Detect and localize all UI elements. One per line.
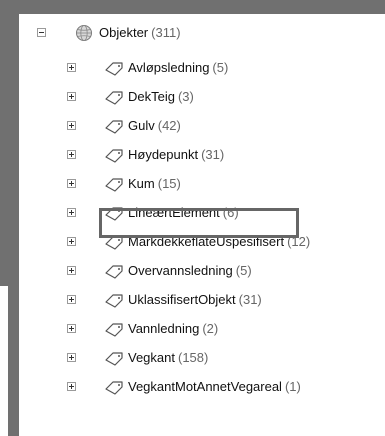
tree-item[interactable]: Høydepunkt (31): [19, 141, 385, 169]
globe-icon: [76, 25, 92, 41]
tree-item-count: (1): [284, 379, 301, 394]
expand-icon[interactable]: [67, 63, 76, 72]
expand-icon[interactable]: [67, 208, 76, 217]
expand-icon[interactable]: [67, 179, 76, 188]
expand-icon[interactable]: [67, 295, 76, 304]
tree-item[interactable]: Avløpsledning (5): [19, 54, 385, 82]
expand-icon[interactable]: [67, 237, 76, 246]
tag-icon: [105, 62, 123, 76]
tree-item-name: VegkantMotAnnetVegareal: [128, 379, 282, 394]
tree-item[interactable]: Vegkant (158): [19, 344, 385, 372]
tree-item-name: DekTeig: [128, 89, 175, 104]
tree-item[interactable]: Overvannsledning (5): [19, 257, 385, 285]
expand-icon[interactable]: [67, 324, 76, 333]
tree-item-label: Kum (15): [128, 176, 181, 191]
tree-item-name: Vegkant: [128, 350, 175, 365]
tree-item-label: Vegkant (158): [128, 350, 208, 365]
tree-item-count: (15): [157, 176, 181, 191]
tree-item-count: (31): [238, 292, 262, 307]
tag-icon: [105, 352, 123, 366]
expand-icon[interactable]: [67, 382, 76, 391]
tag-icon: [105, 265, 123, 279]
tag-icon: [105, 120, 123, 134]
tree-item-name: Høydepunkt: [128, 147, 199, 162]
tree-item-name: Kum: [128, 176, 155, 191]
tree-item-name: Overvannsledning: [128, 263, 233, 278]
tree-item[interactable]: Vannledning (2): [19, 315, 385, 343]
expand-icon[interactable]: [67, 150, 76, 159]
tree-item[interactable]: UklassifisertObjekt (31): [19, 286, 385, 314]
tree-item-count: (31): [201, 147, 225, 162]
tree-item-label: Gulv (42): [128, 118, 181, 133]
tree-item[interactable]: DekTeig (3): [19, 83, 385, 111]
tree-item[interactable]: VegkantMotAnnetVegareal (1): [19, 373, 385, 401]
collapse-icon[interactable]: [37, 28, 46, 37]
tree-item-name: Vannledning: [128, 321, 200, 336]
tree-item-count: (158): [178, 350, 209, 365]
tree-item-label: DekTeig (3): [128, 89, 194, 104]
tree-item-label: Avløpsledning (5): [128, 60, 228, 75]
tree-item-name: Avløpsledning: [128, 60, 210, 75]
tag-icon: [105, 381, 123, 395]
tag-icon: [105, 178, 123, 192]
tree-root-count: (311): [151, 25, 181, 40]
tag-icon: [105, 294, 123, 308]
tree-item-label: Overvannsledning (5): [128, 263, 252, 278]
tree-item-name: UklassifisertObjekt: [128, 292, 236, 307]
tree-item-name: Gulv: [128, 118, 155, 133]
tree-root-name: Objekter: [99, 25, 149, 40]
tag-icon: [105, 91, 123, 105]
tree-root-row[interactable]: Objekter (311): [19, 19, 385, 47]
tree-item-label: Vannledning (2): [128, 321, 218, 336]
object-tree-panel: Objekter (311) Avløpsledning (5) DekTeig (3…: [19, 14, 385, 436]
tree-item-count: (5): [212, 60, 229, 75]
tree-item-count: (5): [235, 263, 252, 278]
tag-icon: [105, 323, 123, 337]
background-panel-edge: [0, 286, 8, 436]
expand-icon[interactable]: [67, 92, 76, 101]
tree-item-label: Høydepunkt (31): [128, 147, 224, 162]
tree-item-count: (42): [157, 118, 181, 133]
expand-icon[interactable]: [67, 121, 76, 130]
tree-root-label: Objekter (311): [99, 25, 181, 40]
expand-icon[interactable]: [67, 266, 76, 275]
tree-item-count: (3): [177, 89, 194, 104]
tree-item[interactable]: Gulv (42): [19, 112, 385, 140]
selection-highlight-box: [99, 208, 299, 238]
tree-item-label: UklassifisertObjekt (31): [128, 292, 262, 307]
tree-item-label: VegkantMotAnnetVegareal (1): [128, 379, 301, 394]
tag-icon: [105, 149, 123, 163]
expand-icon[interactable]: [67, 353, 76, 362]
tree-item[interactable]: Kum (15): [19, 170, 385, 198]
tree-item-count: (2): [202, 321, 219, 336]
